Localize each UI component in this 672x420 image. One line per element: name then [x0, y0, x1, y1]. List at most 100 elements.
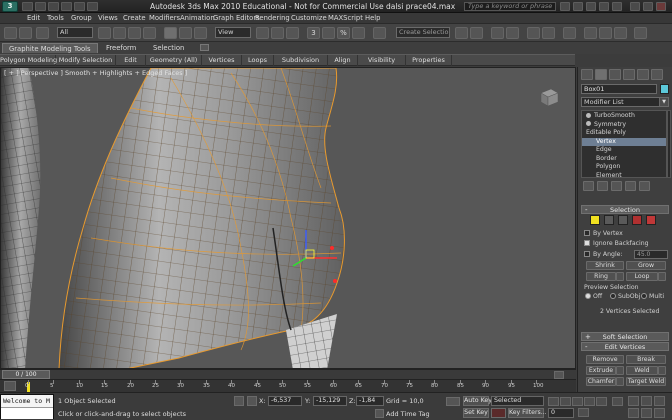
add-time-tag-button[interactable]: Add Time Tag: [386, 410, 430, 418]
panel-polygon-modeling[interactable]: Polygon Modeling: [0, 55, 57, 66]
border-mode-icon[interactable]: [618, 215, 628, 225]
tab-freeform[interactable]: Freeform: [100, 43, 142, 53]
grow-button[interactable]: Grow: [626, 261, 666, 270]
project-folder-icon[interactable]: [87, 2, 98, 11]
key-mode-toggle-icon[interactable]: [612, 397, 623, 406]
make-unique-icon[interactable]: [611, 181, 622, 191]
configure-modifier-sets-icon[interactable]: [639, 181, 650, 191]
menu-edit[interactable]: Edit: [27, 13, 40, 24]
move-tool-icon[interactable]: [164, 27, 177, 39]
stack-item-element[interactable]: Element: [582, 172, 666, 181]
trackbar[interactable]: 0 5 10 15 20 25 30 35 40 45 50 55 60 65 70 75 80 85 90 95 10…: [0, 379, 576, 392]
modify-tab-icon[interactable]: [595, 69, 607, 80]
edge-mode-icon[interactable]: [604, 215, 614, 225]
panel-geometry-all[interactable]: Geometry (All): [146, 55, 202, 66]
tab-selection[interactable]: Selection: [147, 43, 190, 53]
hierarchy-tab-icon[interactable]: [609, 69, 621, 80]
favorites-star-icon[interactable]: [599, 2, 609, 11]
lightbulb-icon[interactable]: [586, 121, 591, 126]
create-tab-icon[interactable]: [581, 69, 593, 80]
ribbon-minimize-icon[interactable]: [200, 44, 209, 51]
display-tab-icon[interactable]: [637, 69, 649, 80]
panel-visibility[interactable]: Visibility: [358, 55, 406, 66]
mini-curve-editor-icon[interactable]: [4, 381, 16, 391]
window-crossing-icon[interactable]: [143, 27, 156, 39]
render-production-icon[interactable]: [614, 27, 627, 39]
curve-editor-icon[interactable]: [527, 27, 540, 39]
menu-maxscript[interactable]: MAXScript: [328, 13, 363, 24]
modifier-stack[interactable]: TurboSmooth Symmetry Editable Poly Verte…: [581, 110, 667, 181]
panel-edit[interactable]: Edit: [116, 55, 146, 66]
stack-item-vertex[interactable]: Vertex: [582, 137, 666, 146]
panel-align[interactable]: Align: [328, 55, 358, 66]
spinner-snap-icon[interactable]: [352, 27, 365, 39]
select-by-name-icon[interactable]: [113, 27, 126, 39]
x-coordinate-field[interactable]: -6,537: [268, 396, 302, 406]
help-icon[interactable]: [612, 2, 622, 11]
menu-graph-editors[interactable]: Graph Editors: [213, 13, 260, 24]
element-mode-icon[interactable]: [646, 215, 656, 225]
selected-vertex[interactable]: [333, 279, 337, 283]
polygon-mode-icon[interactable]: [632, 215, 642, 225]
key-mode-dropdown[interactable]: Selected: [491, 396, 544, 406]
align-icon[interactable]: [470, 27, 483, 39]
angle-spinner[interactable]: 45.0: [634, 250, 668, 259]
redo-button[interactable]: [19, 27, 32, 39]
undo-button[interactable]: [4, 27, 17, 39]
viewcube-icon[interactable]: [538, 86, 560, 108]
redo-icon[interactable]: [74, 2, 85, 11]
reference-coordinate-dropdown[interactable]: View: [215, 27, 251, 38]
stack-item-editable-poly[interactable]: Editable Poly: [582, 129, 666, 138]
select-manipulate-icon[interactable]: [271, 27, 284, 39]
maximize-icon[interactable]: [643, 2, 653, 11]
stack-scrollbar[interactable]: [667, 110, 671, 178]
rendered-frame-window-icon[interactable]: [599, 27, 612, 39]
y-coordinate-field[interactable]: -15,129: [313, 396, 347, 406]
edit-named-selection-icon[interactable]: [373, 27, 386, 39]
stack-item-turbosmooth[interactable]: TurboSmooth: [582, 112, 666, 121]
next-frame-button-icon[interactable]: [584, 397, 595, 406]
stack-item-border[interactable]: Border: [582, 155, 666, 164]
viewport-label[interactable]: [ + ] Perspective ] Smooth + Highlights …: [4, 69, 187, 77]
ignore-backfacing-checkbox[interactable]: Ignore Backfacing: [584, 240, 649, 247]
help-search-input[interactable]: Type a keyword or phrase: [464, 2, 556, 11]
zoom-all-icon[interactable]: [641, 396, 652, 406]
stack-item-edge[interactable]: Edge: [582, 146, 666, 155]
time-configuration-icon[interactable]: [578, 408, 589, 417]
mirror-icon[interactable]: [455, 27, 468, 39]
go-to-end-icon[interactable]: [596, 397, 607, 406]
named-selection-dropdown[interactable]: Create Selection Se: [396, 27, 450, 38]
angle-snap-icon[interactable]: [322, 27, 335, 39]
time-slider-thumb[interactable]: 0 / 100: [2, 370, 50, 379]
panel-vertices[interactable]: Vertices: [202, 55, 242, 66]
z-coordinate-field[interactable]: -1,84: [356, 396, 384, 406]
weld-button[interactable]: Weld: [626, 366, 658, 375]
lock-selection-icon[interactable]: [234, 396, 244, 406]
remove-button[interactable]: Remove: [586, 355, 624, 364]
percent-snap-icon[interactable]: %: [337, 27, 350, 39]
time-tag-icon[interactable]: [375, 409, 384, 418]
teapot-render-icon[interactable]: [634, 27, 647, 39]
panel-subdivision[interactable]: Subdivision: [274, 55, 328, 66]
go-to-start-icon[interactable]: [548, 397, 559, 406]
menu-customize[interactable]: Customize: [291, 13, 327, 24]
perspective-viewport[interactable]: [ + ] Perspective ] Smooth + Highlights …: [0, 67, 576, 369]
time-slider[interactable]: 0 / 100: [0, 369, 576, 379]
preview-subobj-radio[interactable]: SubObj: [610, 293, 640, 300]
maxscript-listener[interactable]: Welcome to M: [0, 394, 54, 419]
motion-tab-icon[interactable]: [623, 69, 635, 80]
menu-modifiers[interactable]: Modifiers: [149, 13, 180, 24]
ring-spinner[interactable]: [616, 272, 624, 281]
search-icon[interactable]: [560, 2, 570, 11]
utilities-tab-icon[interactable]: [651, 69, 663, 80]
pan-view-icon[interactable]: [641, 408, 652, 418]
scale-tool-icon[interactable]: [194, 27, 207, 39]
menu-rendering[interactable]: Rendering: [255, 13, 290, 24]
selected-vertex[interactable]: [330, 246, 334, 250]
panel-modify-selection[interactable]: Modify Selection: [56, 55, 116, 66]
field-of-view-icon[interactable]: [628, 408, 639, 418]
next-frame-icon[interactable]: [554, 371, 564, 379]
tab-graphite-modeling-tools[interactable]: Graphite Modeling Tools: [2, 43, 98, 53]
object-color-swatch[interactable]: [660, 84, 669, 94]
lightbulb-icon[interactable]: [586, 112, 591, 118]
